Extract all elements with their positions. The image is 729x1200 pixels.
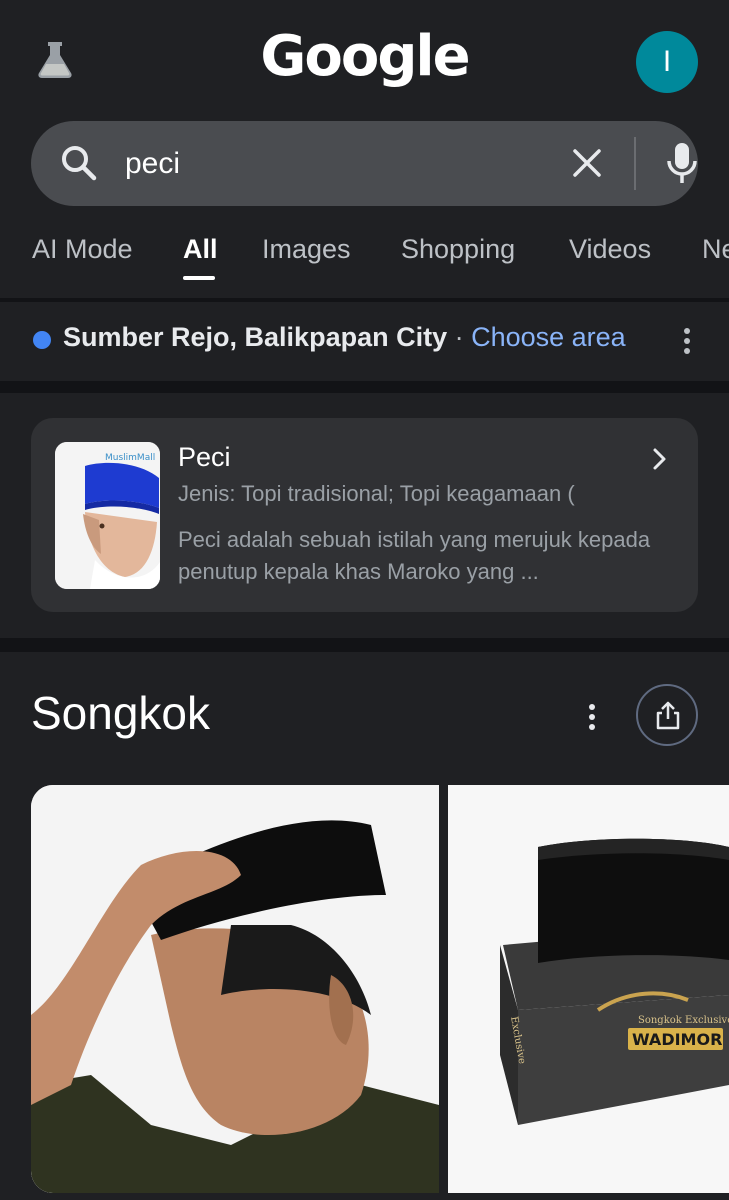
tab-ai-mode[interactable]: AI Mode bbox=[32, 234, 133, 265]
location-line: Sumber Rejo, Balikpapan City · Choose ar… bbox=[63, 322, 626, 353]
box-brand: WADIMOR bbox=[632, 1030, 722, 1049]
share-icon bbox=[656, 701, 680, 730]
thumb-watermark: MuslimMall bbox=[105, 453, 155, 463]
divider bbox=[0, 381, 729, 393]
google-logo[interactable]: Google bbox=[0, 24, 729, 89]
search-tabs: AI Mode All Images Shopping Videos News bbox=[0, 222, 729, 288]
location-name: Sumber Rejo, Balikpapan City bbox=[63, 322, 448, 352]
divider bbox=[0, 298, 729, 302]
search-icon bbox=[62, 146, 97, 181]
tab-videos[interactable]: Videos bbox=[569, 234, 651, 265]
knowledge-type: Jenis: Topi tradisional; Topi keagamaan … bbox=[178, 481, 575, 506]
active-tab-indicator bbox=[183, 276, 215, 280]
section-title: Songkok bbox=[31, 687, 211, 739]
more-vert-icon[interactable] bbox=[585, 702, 599, 732]
tab-news[interactable]: News bbox=[702, 234, 729, 265]
avatar[interactable]: I bbox=[636, 31, 698, 93]
knowledge-description: Peci adalah sebuah istilah yang merujuk … bbox=[178, 527, 651, 584]
share-button[interactable] bbox=[636, 684, 698, 746]
image-result-1[interactable] bbox=[31, 785, 439, 1193]
chevron-right-icon[interactable] bbox=[647, 446, 671, 472]
search-results-page: Google I peci AI Mode All Images Shoppin… bbox=[0, 0, 729, 1200]
top-bar: Google I bbox=[0, 0, 729, 118]
mic-icon[interactable] bbox=[662, 141, 702, 185]
search-divider bbox=[634, 137, 636, 190]
choose-area-link[interactable]: Choose area bbox=[471, 322, 626, 352]
tab-images[interactable]: Images bbox=[262, 234, 351, 265]
search-box[interactable]: peci bbox=[31, 121, 698, 206]
box-label: Songkok Exclusive bbox=[638, 1015, 729, 1026]
clear-icon[interactable] bbox=[567, 143, 607, 183]
search-input[interactable]: peci bbox=[125, 121, 180, 206]
knowledge-title[interactable]: Peci bbox=[178, 442, 231, 473]
location-separator: · bbox=[447, 322, 472, 352]
peci-thumbnail: MuslimMall bbox=[55, 442, 160, 589]
tab-all[interactable]: All bbox=[183, 234, 218, 265]
tab-shopping[interactable]: Shopping bbox=[401, 234, 515, 265]
location-dot-icon bbox=[33, 331, 51, 349]
knowledge-card[interactable]: MuslimMall Peci Jenis: Topi tradisional;… bbox=[31, 418, 698, 612]
divider bbox=[0, 638, 729, 652]
more-vert-icon[interactable] bbox=[680, 326, 694, 356]
image-result-2[interactable]: Exclusive Songkok Exclusive WADIMOR bbox=[448, 785, 729, 1193]
